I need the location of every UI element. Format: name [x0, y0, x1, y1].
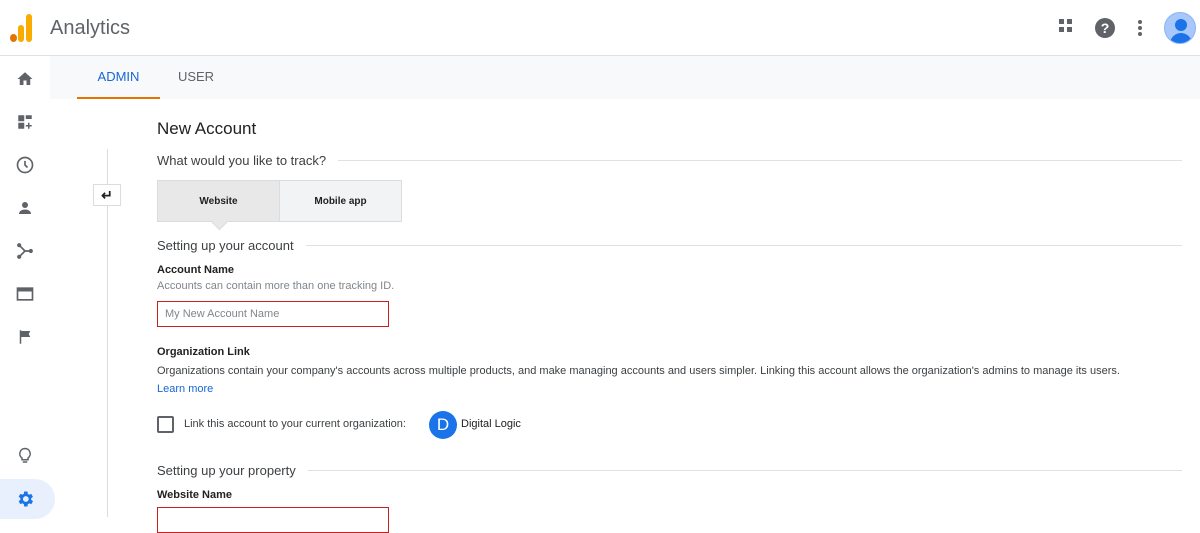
admin-gear-icon[interactable]	[0, 479, 55, 519]
section-property: Setting up your property	[157, 461, 1182, 479]
account-name-input[interactable]	[157, 301, 389, 327]
page-title: New Account	[157, 119, 257, 138]
back-arrow-button[interactable]: ↵	[93, 184, 121, 206]
account-avatar[interactable]	[1164, 12, 1196, 44]
org-link-label: Organization Link	[157, 346, 250, 358]
acquisition-icon[interactable]	[13, 239, 37, 263]
website-name-input[interactable]	[157, 507, 389, 533]
website-option-button[interactable]: Website	[158, 181, 280, 221]
mobile-app-option-button[interactable]: Mobile app	[280, 181, 401, 221]
home-icon[interactable]	[13, 67, 37, 91]
help-icon[interactable]: ?	[1093, 16, 1117, 40]
admin-user-tabs: ADMIN USER	[50, 56, 1200, 99]
realtime-icon[interactable]	[13, 153, 37, 177]
org-avatar: D	[429, 411, 457, 439]
analytics-logo-icon[interactable]	[10, 14, 34, 42]
tab-user[interactable]: USER	[162, 56, 230, 99]
left-nav-sidebar	[0, 56, 55, 519]
customization-icon[interactable]	[13, 110, 37, 134]
account-name-hint: Accounts can contain more than one track…	[157, 280, 395, 292]
website-name-label: Website Name	[157, 489, 232, 501]
link-org-checkbox[interactable]	[157, 416, 174, 433]
account-name-label: Account Name	[157, 264, 235, 276]
org-description: Organizations contain your company's acc…	[157, 365, 1120, 377]
audience-icon[interactable]	[13, 196, 37, 220]
discover-icon[interactable]	[13, 444, 37, 468]
app-title[interactable]: Analytics	[50, 17, 130, 40]
track-question: What would you like to track?	[157, 152, 327, 168]
behavior-icon[interactable]	[13, 282, 37, 306]
track-type-selector: Website Mobile app	[157, 180, 402, 222]
apps-grid-icon[interactable]	[1057, 16, 1081, 40]
learn-more-link[interactable]: Learn more	[157, 383, 213, 395]
conversions-icon[interactable]	[13, 325, 37, 349]
section-account: Setting up your account	[157, 236, 1182, 254]
account-section-title: Setting up your account	[157, 237, 294, 253]
section-track: What would you like to track?	[157, 151, 1182, 169]
more-vert-icon[interactable]	[1128, 16, 1152, 40]
main-content: ↵ New Account What would you like to tra…	[76, 99, 1200, 533]
tab-admin[interactable]: ADMIN	[77, 56, 160, 99]
property-section-title: Setting up your property	[157, 462, 296, 478]
top-app-bar: Analytics ?	[0, 0, 1200, 56]
link-org-checkbox-label[interactable]: Link this account to your current organi…	[184, 418, 406, 430]
org-name: Digital Logic	[461, 418, 521, 430]
